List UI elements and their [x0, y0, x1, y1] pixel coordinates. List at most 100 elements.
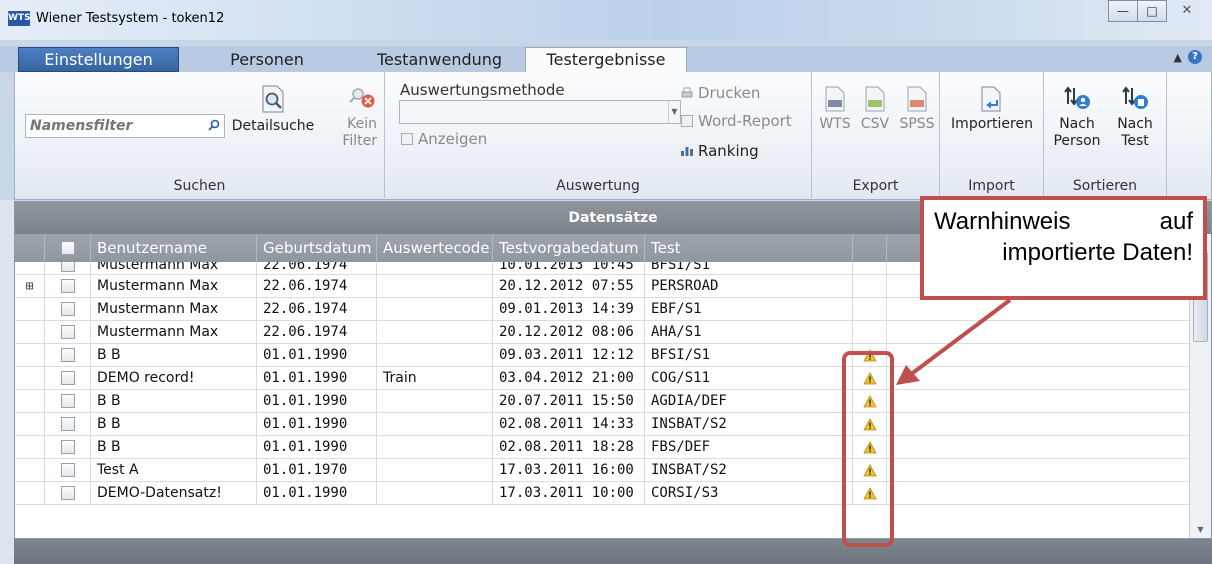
cell-testvorgabedatum: 20.12.2012 08:06 [493, 321, 645, 343]
cell-geburtsdatum: 22.06.1974 [257, 321, 377, 343]
kein-filter-label-1: Kein [347, 116, 377, 132]
table-row[interactable]: B B 01.01.1990 20.07.2011 15:50 AGDIA/DEF [15, 390, 1189, 413]
header-select-all [45, 234, 91, 262]
cell-geburtsdatum: 01.01.1990 [257, 413, 377, 435]
cell-geburtsdatum: 22.06.1974 [257, 298, 377, 320]
table-row[interactable]: B B 01.01.1990 09.03.2011 12:12 BFSI/S1 [15, 344, 1189, 367]
table-row[interactable]: Mustermann Max 22.06.1974 20.12.2012 08:06… [15, 321, 1189, 344]
cell-benutzername: DEMO-Datensatz! [91, 482, 257, 504]
group-label-sortieren: Sortieren [1072, 178, 1138, 194]
export-csv-button[interactable]: CSV [856, 86, 894, 133]
drucken-button[interactable]: Drucken [681, 84, 760, 102]
table-row[interactable]: DEMO-Datensatz! 01.01.1990 17.03.2011 10:0… [15, 482, 1189, 505]
tab-einstellungen[interactable]: Einstellungen [18, 47, 179, 72]
header-benutzername[interactable]: Benutzername [91, 234, 257, 262]
table-row[interactable]: Test A 01.01.1970 17.03.2011 16:00 INSBAT/S… [15, 459, 1189, 482]
row-checkbox-cell [45, 459, 91, 481]
row-expand-cell [15, 436, 45, 458]
namensfilter-field[interactable] [25, 114, 225, 138]
row-checkbox-cell [45, 344, 91, 366]
ranking-button[interactable]: Ranking [681, 142, 759, 160]
cell-test: PERSROAD [645, 275, 853, 297]
row-warning-cell [853, 262, 887, 274]
row-checkbox[interactable] [60, 394, 75, 408]
callout-word-auf: auf [1159, 208, 1193, 235]
sort-test-icon [1122, 86, 1148, 109]
expand-plus-icon[interactable]: ⊞ [26, 275, 34, 297]
anzeigen-button[interactable]: Anzeigen [401, 130, 487, 148]
cell-benutzername: B B [91, 344, 257, 366]
header-geburtsdatum[interactable]: Geburtsdatum [257, 234, 377, 262]
close-button[interactable]: ✕ [1166, 0, 1208, 22]
row-checkbox-cell [45, 436, 91, 458]
cell-auswertecode [377, 344, 493, 366]
kein-filter-button[interactable]: Kein Filter [327, 84, 377, 150]
row-checkbox-cell [45, 298, 91, 320]
ribbon-collapse-icon[interactable]: ▲ [1174, 51, 1182, 64]
callout-line-2: importierte Daten! [1002, 239, 1193, 266]
row-filler [887, 436, 1189, 458]
row-checkbox[interactable] [60, 371, 75, 385]
auswertungsmethode-select[interactable]: ▼ [399, 100, 681, 124]
row-checkbox-cell [45, 321, 91, 343]
tab-testergebnisse[interactable]: Testergebnisse [525, 47, 687, 73]
cell-testvorgabedatum: 02.08.2011 18:28 [493, 436, 645, 458]
status-bar [14, 539, 1212, 564]
wts-file-icon [825, 86, 845, 112]
cell-benutzername: B B [91, 390, 257, 412]
row-checkbox[interactable] [60, 262, 75, 272]
grid-rows: Mustermann Max 22.06.1974 10.01.2013 10:45… [15, 262, 1189, 538]
maximize-button[interactable]: □ [1137, 0, 1167, 22]
row-checkbox[interactable] [60, 417, 75, 431]
ranking-label: Ranking [698, 142, 759, 160]
row-checkbox[interactable] [60, 486, 75, 500]
cell-test: BFSI/S1 [645, 344, 853, 366]
table-row[interactable]: DEMO record! 01.01.1990 Train 03.04.2012 21… [15, 367, 1189, 390]
namensfilter-input[interactable] [26, 115, 196, 137]
cell-testvorgabedatum: 09.01.2013 14:39 [493, 298, 645, 320]
header-auswertecode[interactable]: Auswertecode [377, 234, 493, 262]
row-expand-cell [15, 482, 45, 504]
header-testvorgabedatum[interactable]: Testvorgabedatum [493, 234, 645, 262]
word-report-label: Word-Report [698, 112, 792, 130]
cell-test: BFSI/S1 [645, 262, 853, 274]
row-filler [887, 482, 1189, 504]
cell-auswertecode [377, 413, 493, 435]
cell-auswertecode [377, 482, 493, 504]
word-report-button[interactable]: Word-Report [681, 112, 792, 130]
tab-personen[interactable]: Personen [212, 48, 322, 72]
row-checkbox[interactable] [60, 348, 75, 362]
row-checkbox[interactable] [60, 279, 75, 293]
export-wts-button[interactable]: WTS [816, 86, 854, 133]
table-row[interactable]: B B 01.01.1990 02.08.2011 14:33 INSBAT/S2 [15, 413, 1189, 436]
table-row[interactable]: Mustermann Max 22.06.1974 09.01.2013 14:39… [15, 298, 1189, 321]
tab-testanwendung[interactable]: Testanwendung [362, 48, 517, 72]
select-all-checkbox[interactable] [60, 241, 75, 255]
cell-test: FBS/DEF [645, 436, 853, 458]
row-checkbox-cell [45, 262, 91, 274]
row-checkbox[interactable] [60, 463, 75, 477]
header-test[interactable]: Test [645, 234, 853, 262]
group-label-export: Export [852, 178, 899, 194]
nach-test-button[interactable]: Nach Test [1108, 84, 1162, 150]
row-checkbox[interactable] [60, 325, 75, 339]
export-spss-button[interactable]: SPSS [896, 86, 938, 133]
detailsuche-button[interactable]: Detailsuche [231, 84, 315, 135]
row-checkbox-cell [45, 413, 91, 435]
search-icon[interactable] [208, 119, 220, 131]
nach-person-button[interactable]: Nach Person [1050, 84, 1104, 150]
row-checkbox[interactable] [60, 440, 75, 454]
importieren-button[interactable]: Importieren [942, 86, 1042, 133]
cell-benutzername: Mustermann Max [91, 275, 257, 297]
cell-auswertecode [377, 275, 493, 297]
cell-testvorgabedatum: 03.04.2012 21:00 [493, 367, 645, 389]
row-checkbox[interactable] [60, 302, 75, 316]
cell-testvorgabedatum: 17.03.2011 16:00 [493, 459, 645, 481]
row-expand-cell [15, 321, 45, 343]
scroll-down-icon[interactable]: ▼ [1190, 525, 1211, 534]
help-icon[interactable]: ? [1188, 50, 1202, 64]
row-expand-cell: ⊞ [15, 275, 45, 297]
chevron-down-icon[interactable]: ▼ [668, 101, 680, 123]
minimize-button[interactable]: — [1108, 0, 1138, 22]
table-row[interactable]: B B 01.01.1990 02.08.2011 18:28 FBS/DEF [15, 436, 1189, 459]
